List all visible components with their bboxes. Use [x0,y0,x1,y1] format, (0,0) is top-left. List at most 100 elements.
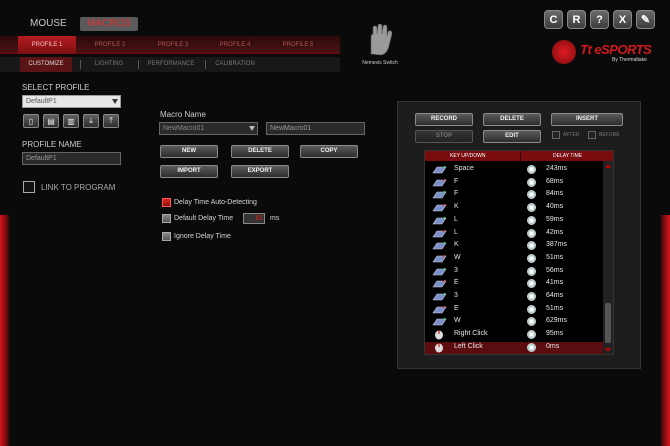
divider [205,60,206,69]
clock-icon [527,317,536,327]
event-delay: 84ms [546,190,564,198]
event-delay: 42ms [546,228,564,236]
edit-event-button[interactable]: EDIT [483,130,541,143]
export-profile-icon[interactable]: ⤒ [103,114,119,128]
tab-profile-1[interactable]: PROFILE 1 [18,36,76,54]
profile-name-field[interactable]: DefaultP1 [22,152,121,165]
insert-event-button[interactable]: INSERT [551,113,623,126]
import-profile-icon[interactable]: ⤓ [83,114,99,128]
event-delay: 387ms [546,241,568,249]
list-header: KEY UP/DOWN DELAY TIME [425,151,613,161]
default-delay-input[interactable]: 10 [243,213,265,224]
column-key: KEY UP/DOWN [450,153,486,159]
divider [80,60,81,69]
key-icon [432,254,447,263]
default-delay-checkbox[interactable] [162,214,171,223]
refresh-icon[interactable]: C [544,10,563,29]
select-profile-label: SELECT PROFILE [22,83,90,92]
app-window: MOUSE MACROS C R ? X ✎ PROFILE 1 PROFILE… [0,0,670,446]
list-item[interactable]: K 387ms [425,240,603,253]
clock-icon [527,203,536,213]
paste-profile-icon[interactable]: ▥ [63,114,79,128]
new-profile-icon[interactable]: ▯ [23,114,39,128]
mode-tab-macros[interactable]: MACROS [80,17,138,31]
tab-profile-5[interactable]: PROFILE 5 [273,36,323,54]
event-delay: 40ms [546,203,564,211]
delay-unit: ms [270,215,280,222]
key-icon [432,317,447,326]
event-key: Space [454,165,474,172]
tab-performance[interactable]: PERFORMANCE [143,57,199,72]
brand-sub: By Thermaltake [612,57,647,63]
link-to-program-checkbox[interactable] [23,181,35,193]
tab-lighting[interactable]: LIGHTING [86,57,132,72]
list-item[interactable]: L 59ms [425,215,603,228]
import-macro-button[interactable]: IMPORT [160,165,218,178]
left-glow [0,215,10,446]
delete-macro-button[interactable]: DELETE [231,145,289,158]
tab-profile-4[interactable]: PROFILE 4 [210,36,260,54]
mode-tab-mouse[interactable]: MOUSE [30,17,67,31]
event-delay: 51ms [546,253,564,261]
key-icon [432,203,447,212]
list-item[interactable]: W 51ms [425,253,603,266]
link-to-program-label: LINK TO PROGRAM [41,183,116,192]
ignore-delay-checkbox[interactable] [162,232,171,241]
key-icon [432,216,447,225]
scroll-up-icon[interactable] [605,164,611,168]
list-item[interactable]: E 51ms [425,304,603,317]
restore-icon[interactable]: R [567,10,586,29]
event-key: Right Click [454,330,488,338]
key-icon [432,267,447,275]
event-delay: 95ms [546,330,564,338]
copy-profile-icon[interactable]: ▤ [43,114,59,128]
tab-calibration[interactable]: CALIBRATION [210,57,260,72]
tab-customize[interactable]: CUSTOMIZE [20,57,72,72]
list-item[interactable]: Space 243ms [425,164,603,177]
tools-icon[interactable]: ✎ [636,10,655,29]
macro-name-field[interactable]: NewMacro01 [266,122,365,135]
event-delay: 68ms [546,177,564,185]
list-item[interactable]: Left Click 0ms [425,341,603,354]
scroll-down-icon[interactable] [605,348,611,352]
new-macro-button[interactable]: NEW [160,145,218,158]
event-delay: 59ms [546,215,564,223]
delete-event-button[interactable]: DELETE [483,113,541,126]
before-checkbox[interactable] [588,131,596,139]
clock-icon [527,330,536,340]
list-item[interactable]: Right Click 95ms [425,329,603,342]
key-icon [432,305,447,313]
tab-profile-2[interactable]: PROFILE 2 [85,36,135,54]
list-item[interactable]: L 42ms [425,228,603,241]
chevron-down-icon [112,99,118,104]
after-checkbox[interactable] [552,131,560,139]
auto-detect-checkbox[interactable] [162,198,171,207]
record-button[interactable]: RECORD [415,113,473,126]
event-key: W [454,317,461,325]
event-key: E [454,279,459,287]
list-item[interactable]: 3 56ms [425,266,603,279]
subnav: CUSTOMIZE LIGHTING PERFORMANCE CALIBRATI… [0,57,340,72]
list-item[interactable]: F 68ms [425,177,603,190]
close-icon[interactable]: X [613,10,632,29]
scrollbar-thumb[interactable] [605,303,611,343]
list-item[interactable]: K 40ms [425,202,603,215]
list-item[interactable]: W 629ms [425,316,603,329]
tab-profile-3[interactable]: PROFILE 3 [148,36,198,54]
event-key: F [454,190,459,198]
clock-icon [527,266,536,276]
stop-button[interactable]: STOP [415,130,473,143]
clock-icon [527,215,536,225]
copy-macro-button[interactable]: COPY [300,145,358,158]
macro-select[interactable]: NewMacro01 [159,122,258,135]
before-label: BEFORE [599,132,620,138]
list-item[interactable]: E 41ms [425,278,603,291]
divider [138,60,139,69]
list-item[interactable]: 3 64ms [425,291,603,304]
macro-select-value: NewMacro01 [163,125,205,132]
export-macro-button[interactable]: EXPORT [231,165,289,178]
profile-select[interactable]: DefaultP1 [22,95,121,108]
list-item[interactable]: F 84ms [425,189,603,202]
help-icon[interactable]: ? [590,10,609,29]
event-key: K [454,241,459,249]
